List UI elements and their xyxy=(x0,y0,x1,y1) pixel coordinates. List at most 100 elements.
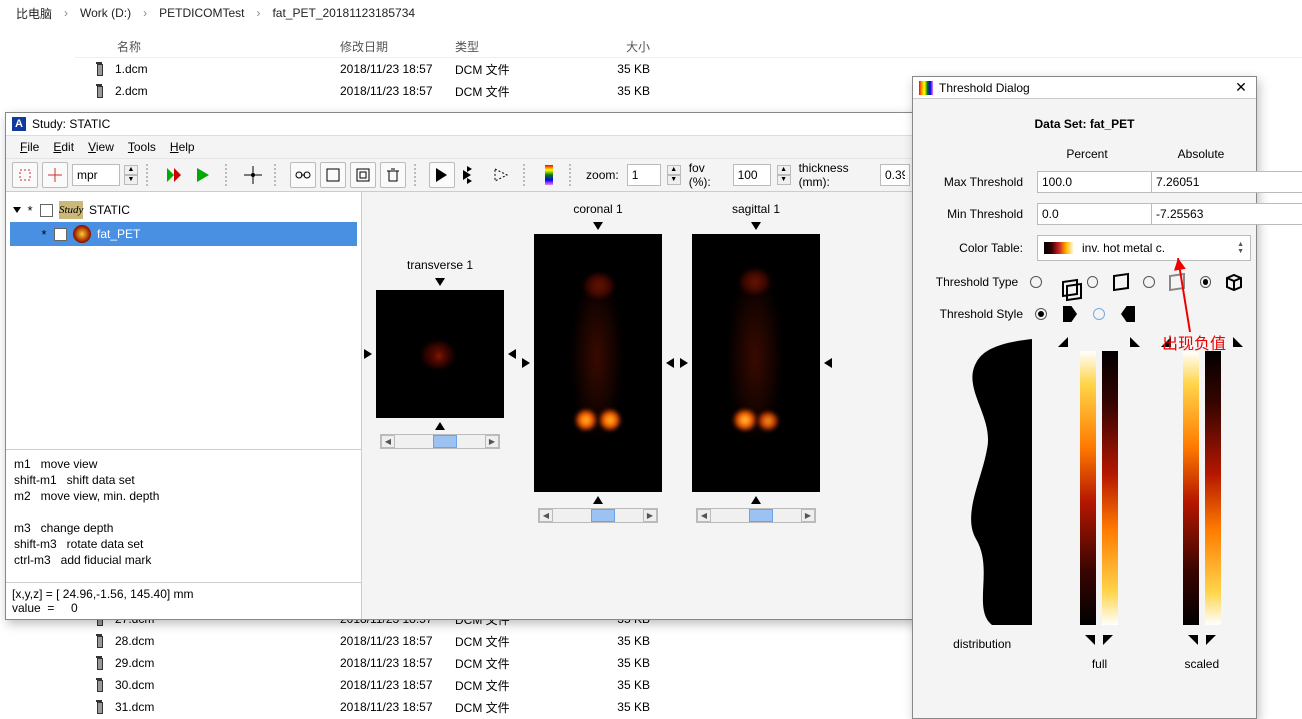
shape-a-icon xyxy=(1059,303,1081,325)
marker-top-icon xyxy=(593,222,603,230)
type-radio-2[interactable] xyxy=(1087,276,1099,288)
tree-checkbox[interactable] xyxy=(54,228,67,241)
thickness-input[interactable] xyxy=(880,164,910,186)
file-list-header[interactable]: 名称 修改日期 类型 大小 xyxy=(75,36,1302,58)
style-radio-2[interactable] xyxy=(1093,308,1105,320)
fov-spin[interactable]: ▲▼ xyxy=(777,165,791,185)
scroll-right-icon[interactable]: ▶ xyxy=(643,509,657,522)
color-table-select[interactable]: inv. hot metal c. ▲▼ xyxy=(1037,235,1251,261)
fov-input[interactable] xyxy=(733,164,771,186)
view-transverse: transverse 1 ◀▶ xyxy=(376,254,504,523)
scroll-right-icon[interactable]: ▶ xyxy=(801,509,815,522)
min-absolute-input[interactable] xyxy=(1151,203,1302,225)
handle-bottom-icon[interactable] xyxy=(1085,635,1095,645)
flag-green-icon[interactable] xyxy=(191,162,217,188)
full-bars[interactable] xyxy=(1064,339,1134,625)
file-size: 35 KB xyxy=(570,678,650,692)
box-b-icon[interactable] xyxy=(350,162,376,188)
trash-icon[interactable] xyxy=(380,162,406,188)
close-icon[interactable]: ✕ xyxy=(1232,79,1250,97)
menu-help[interactable]: Help xyxy=(164,138,201,156)
sagittal-scrollbar[interactable]: ◀▶ xyxy=(696,508,816,523)
min-threshold-label: Min Threshold xyxy=(925,207,1023,221)
threshold-titlebar[interactable]: Threshold Dialog ✕ xyxy=(913,77,1256,99)
fov-label: fov (%): xyxy=(687,161,727,189)
amide-app-icon: A xyxy=(12,117,26,131)
tree-star-icon: * xyxy=(26,203,34,218)
scroll-left-icon[interactable]: ◀ xyxy=(381,435,395,448)
tree-study-row[interactable]: * Study STATIC xyxy=(10,198,357,222)
handle-bottom-icon[interactable] xyxy=(1206,635,1216,645)
tool-roi-box-icon[interactable] xyxy=(12,162,38,188)
breadcrumb-item[interactable]: PETDICOMTest xyxy=(153,6,250,20)
threshold-style-row: Threshold Style xyxy=(925,303,1244,325)
type-radio-4[interactable] xyxy=(1200,276,1212,288)
view-title: coronal 1 xyxy=(573,202,622,220)
scroll-right-icon[interactable]: ▶ xyxy=(485,435,499,448)
tree-expand-icon[interactable] xyxy=(13,207,21,213)
mpr-input[interactable] xyxy=(72,164,120,186)
amide-menubar[interactable]: File Edit View Tools Help xyxy=(6,136,916,158)
col-size[interactable]: 大小 xyxy=(570,38,650,55)
flag-green-red-icon[interactable] xyxy=(161,162,187,188)
col-name[interactable]: 名称 xyxy=(75,38,340,55)
amide-titlebar[interactable]: A Study: STATIC xyxy=(6,113,916,136)
threshold-type-row: Threshold Type xyxy=(925,271,1244,293)
type-radio-3[interactable] xyxy=(1143,276,1155,288)
distribution-panel: distribution xyxy=(932,339,1032,651)
breadcrumb-item[interactable]: 比电脑 xyxy=(10,5,58,22)
tree-dataset-row[interactable]: * fat_PET xyxy=(10,222,357,246)
menu-edit[interactable]: Edit xyxy=(47,138,80,156)
col-type[interactable]: 类型 xyxy=(455,38,570,55)
breadcrumb[interactable]: 比电脑› Work (D:)› PETDICOMTest› fat_PET_20… xyxy=(0,0,1302,26)
marker-left-icon xyxy=(522,358,530,368)
link-views-icon[interactable] xyxy=(290,162,316,188)
tree-checkbox[interactable] xyxy=(40,204,53,217)
scroll-left-icon[interactable]: ◀ xyxy=(539,509,553,522)
coronal-scrollbar[interactable]: ◀▶ xyxy=(538,508,658,523)
breadcrumb-item[interactable]: fat_PET_20181123185734 xyxy=(266,6,421,20)
threshold-title: Threshold Dialog xyxy=(939,81,1030,95)
play-icon[interactable] xyxy=(429,162,455,188)
study-tree[interactable]: * Study STATIC * fat_PET xyxy=(6,192,361,450)
style-radio-1[interactable] xyxy=(1035,308,1047,320)
scroll-left-icon[interactable]: ◀ xyxy=(697,509,711,522)
scroll-thumb[interactable] xyxy=(591,509,615,522)
target-icon[interactable] xyxy=(240,162,266,188)
zoom-input[interactable] xyxy=(627,164,661,186)
menu-file[interactable]: File xyxy=(14,138,45,156)
tree-dataset-label: fat_PET xyxy=(97,227,140,241)
distribution-plot[interactable] xyxy=(932,339,1032,625)
sagittal-image[interactable] xyxy=(692,234,820,492)
handle-bottom-icon[interactable] xyxy=(1188,635,1198,645)
handle-bottom-icon[interactable] xyxy=(1103,635,1113,645)
cube-multi-icon xyxy=(1054,271,1075,293)
coronal-image[interactable] xyxy=(534,234,662,492)
type-radio-1[interactable] xyxy=(1030,276,1042,288)
transverse-image[interactable] xyxy=(376,290,504,418)
play-multi-icon[interactable] xyxy=(459,162,485,188)
menu-tools[interactable]: Tools xyxy=(122,138,162,156)
toolbar-separator xyxy=(274,164,281,186)
mpr-spin[interactable]: ▲▼ xyxy=(124,165,138,185)
tool-roi-point-icon[interactable] xyxy=(42,162,68,188)
max-absolute-input[interactable] xyxy=(1151,171,1302,193)
col-date[interactable]: 修改日期 xyxy=(340,38,455,55)
dcm-file-icon xyxy=(93,656,107,670)
study-badge-icon: Study xyxy=(59,201,83,219)
scroll-thumb[interactable] xyxy=(749,509,773,522)
tree-study-label: STATIC xyxy=(89,203,130,217)
scroll-thumb[interactable] xyxy=(433,435,457,448)
scaled-bars[interactable] xyxy=(1167,339,1237,625)
file-name: 28.dcm xyxy=(115,634,154,648)
file-date: 2018/11/23 18:57 xyxy=(340,700,455,714)
colormap-icon[interactable] xyxy=(538,162,561,188)
view-coronal: coronal 1 ◀▶ xyxy=(534,198,662,523)
gradient-bar-icon xyxy=(1205,351,1221,625)
play-dotted-icon[interactable] xyxy=(489,162,515,188)
transverse-scrollbar[interactable]: ◀▶ xyxy=(380,434,500,449)
zoom-spin[interactable]: ▲▼ xyxy=(667,165,681,185)
menu-view[interactable]: View xyxy=(82,138,120,156)
box-a-icon[interactable] xyxy=(320,162,346,188)
breadcrumb-item[interactable]: Work (D:) xyxy=(74,6,137,20)
